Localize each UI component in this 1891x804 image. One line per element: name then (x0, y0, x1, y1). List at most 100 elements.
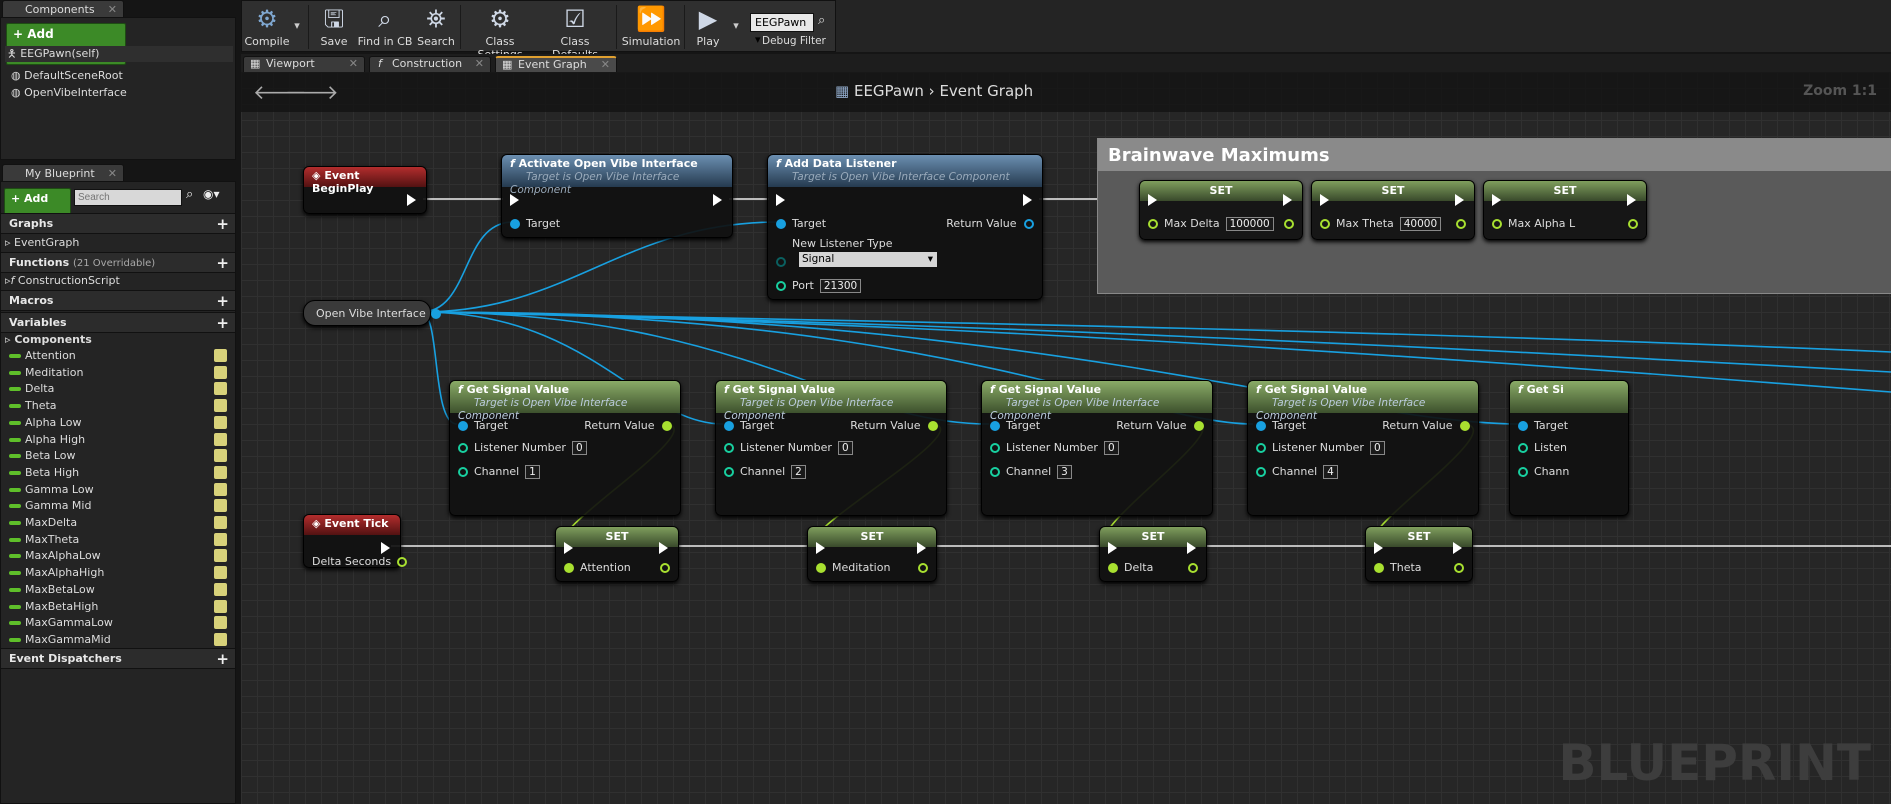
value-input[interactable]: 40000 (1399, 217, 1442, 231)
return-value-pin[interactable] (928, 421, 938, 431)
channel-input[interactable]: 1 (525, 465, 540, 479)
channel-input[interactable]: 3 (1057, 465, 1072, 479)
visibility-eye-icon[interactable] (214, 616, 227, 630)
component-default-scene-root[interactable]: ◍ DefaultSceneRoot (11, 68, 123, 84)
add-data-listener-node[interactable]: f Add Data Listener Target is Open Vibe I… (767, 154, 1043, 300)
exec-out-pin[interactable] (1023, 194, 1032, 206)
tab-construction-script[interactable]: fConstruction Script✕ (369, 56, 491, 84)
channel-pin[interactable] (1256, 467, 1266, 477)
visibility-eye-icon[interactable] (214, 415, 227, 429)
target-pin[interactable] (990, 421, 1000, 431)
visibility-eye-icon[interactable] (214, 365, 227, 379)
add-dispatcher-icon[interactable]: + (216, 649, 229, 669)
port-input[interactable]: 21300 (819, 279, 862, 293)
visibility-eye-icon[interactable] (214, 382, 227, 396)
variable-item[interactable]: MaxTheta (9, 532, 231, 548)
target-pin[interactable] (1518, 421, 1528, 431)
graphs-section[interactable]: Graphs + (1, 213, 235, 234)
value-pin[interactable] (1108, 563, 1118, 573)
value-pin[interactable] (1148, 219, 1158, 229)
exec-out-pin[interactable] (713, 194, 722, 206)
visibility-eye-icon[interactable] (214, 349, 227, 362)
play-options-button[interactable]: ▾ (730, 1, 742, 51)
add-graph-icon[interactable]: + (216, 214, 229, 234)
variable-item[interactable]: Beta Low (9, 448, 231, 464)
exec-out-pin[interactable] (659, 542, 668, 554)
variable-item[interactable]: MaxBetaLow (9, 582, 231, 598)
set-variable-node[interactable]: SET Delta (1099, 526, 1207, 582)
visibility-eye-icon[interactable] (214, 499, 227, 513)
variable-item[interactable]: Delta (9, 381, 231, 397)
target-pin[interactable] (724, 421, 734, 431)
exec-out-pin[interactable] (1283, 194, 1292, 206)
functions-section[interactable]: Functions (21 Overridable) + (1, 252, 235, 273)
target-pin[interactable] (1256, 421, 1266, 431)
variable-item[interactable]: MaxAlphaLow (9, 548, 231, 564)
value-pin[interactable] (564, 563, 574, 573)
search-icon[interactable]: ⌕ (186, 187, 193, 202)
visibility-eye-icon[interactable] (214, 482, 227, 496)
exec-out-pin[interactable] (381, 542, 390, 554)
exec-in-pin[interactable] (564, 542, 573, 554)
simulation-button[interactable]: ⏩ Simulation (620, 1, 682, 51)
variable-item[interactable]: MaxGammaMid (9, 632, 231, 648)
exec-in-pin[interactable] (1492, 194, 1501, 206)
visibility-eye-icon[interactable] (214, 632, 227, 646)
listener-number-pin[interactable] (1518, 443, 1528, 453)
exec-out-pin[interactable] (1453, 542, 1462, 554)
event-graph-canvas[interactable]: 🡐 🡒 ▦ EEGPawn › Event Graph Zoom 1:1 Bra… (241, 72, 1891, 804)
ovi-output-pin[interactable] (431, 309, 442, 319)
return-value-pin[interactable] (1460, 421, 1470, 431)
output-pin[interactable] (1628, 219, 1638, 229)
find-in-cb-button[interactable]: ⌕ Find in CB (356, 1, 414, 51)
target-pin[interactable] (776, 219, 786, 229)
listener-number-input[interactable]: 0 (1103, 441, 1119, 455)
visibility-eye-icon[interactable] (214, 399, 227, 413)
set-max-node[interactable]: SET Max Theta 40000 (1311, 180, 1475, 240)
tab-viewport[interactable]: ▦ Viewport ✕ (243, 56, 365, 72)
get-signal-value-node[interactable]: f Get Signal Value Target is Open Vibe In… (449, 380, 681, 516)
listener-number-pin[interactable] (990, 443, 1000, 453)
variable-item[interactable]: Alpha High (9, 432, 231, 448)
visibility-eye-icon[interactable] (214, 582, 227, 596)
add-function-icon[interactable]: + (216, 253, 229, 273)
tab-event-graph[interactable]: ▦ Event Graph ✕ (495, 56, 617, 72)
output-pin[interactable] (1454, 563, 1464, 573)
value-pin[interactable] (1374, 563, 1384, 573)
set-max-node[interactable]: SET Max Delta 100000 (1139, 180, 1303, 240)
variable-item[interactable]: Alpha Low (9, 415, 231, 431)
close-icon[interactable]: ✕ (475, 57, 484, 71)
listener-type-select[interactable]: Signal ▾ (798, 251, 938, 268)
value-pin[interactable] (816, 563, 826, 573)
class-defaults-button[interactable]: ☑Class Defaults (538, 1, 612, 61)
variable-item[interactable]: Gamma Mid (9, 498, 231, 514)
output-pin[interactable] (1284, 219, 1294, 229)
set-variable-node[interactable]: SET Meditation (807, 526, 937, 582)
variable-item[interactable]: Meditation (9, 365, 231, 381)
visibility-eye-icon[interactable] (214, 549, 227, 563)
exec-out-pin[interactable] (1455, 194, 1464, 206)
get-signal-value-node-partial[interactable]: f Get Si Target Listen Chann (1509, 380, 1629, 516)
close-icon[interactable]: ✕ (108, 1, 117, 18)
visibility-icon[interactable]: ◉▾ (203, 187, 220, 201)
search-button[interactable]: ⛯ Search (414, 1, 458, 51)
listener-number-pin[interactable] (1256, 443, 1266, 453)
exec-in-pin[interactable] (510, 194, 519, 206)
value-pin[interactable] (1320, 219, 1330, 229)
exec-out-pin[interactable] (917, 542, 926, 554)
compile-button[interactable]: ⚙ Compile (244, 1, 290, 51)
components-category[interactable]: ▹ Components (5, 332, 92, 348)
channel-pin[interactable] (724, 467, 734, 477)
exec-in-pin[interactable] (1374, 542, 1383, 554)
output-pin[interactable] (1188, 563, 1198, 573)
output-pin[interactable] (660, 563, 670, 573)
exec-in-pin[interactable] (1148, 194, 1157, 206)
listener-number-input[interactable]: 0 (837, 441, 853, 455)
listener-number-pin[interactable] (724, 443, 734, 453)
search-input[interactable] (74, 189, 182, 206)
close-icon[interactable]: ✕ (349, 57, 358, 71)
variable-item[interactable]: MaxDelta (9, 515, 231, 531)
my-blueprint-tab[interactable]: My Blueprint ✕ (2, 164, 124, 182)
class-settings-button[interactable]: ⚙Class Settings (464, 1, 536, 61)
activate-open-vibe-node[interactable]: f Activate Open Vibe Interface Target is … (501, 154, 733, 238)
